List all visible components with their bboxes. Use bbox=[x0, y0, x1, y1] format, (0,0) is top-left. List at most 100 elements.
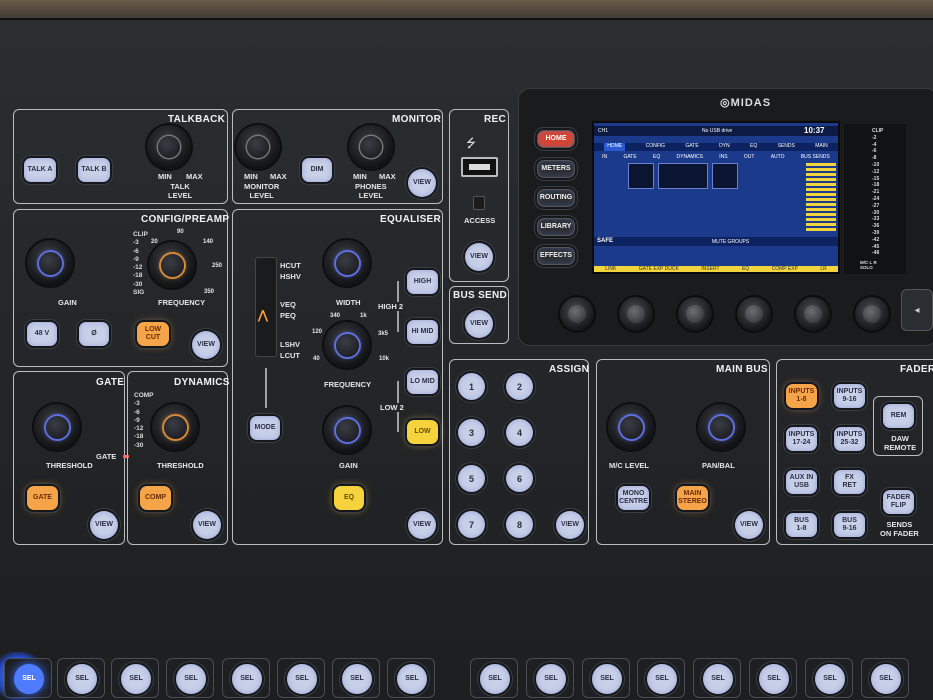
monitor-level-knob[interactable] bbox=[236, 125, 280, 169]
left-sel-button-8[interactable]: SEL bbox=[397, 664, 427, 694]
library-button[interactable]: LIBRARY bbox=[537, 218, 575, 236]
comp-button[interactable]: COMP bbox=[140, 486, 171, 510]
eq-view-button[interactable]: VIEW bbox=[408, 511, 436, 539]
bus-send-view-button[interactable]: VIEW bbox=[465, 310, 493, 338]
nav-arrow-left-icon[interactable]: ◂ bbox=[901, 289, 933, 331]
eq-button[interactable]: EQ bbox=[334, 486, 364, 510]
encoder-4[interactable] bbox=[737, 297, 771, 331]
right-sel-button-5[interactable]: SEL bbox=[703, 664, 733, 694]
left-sel-button-1[interactable]: SEL bbox=[14, 664, 44, 694]
assign-button-6[interactable]: 6 bbox=[506, 465, 533, 492]
eq-frequency-knob[interactable] bbox=[324, 322, 370, 368]
left-sel-button-2[interactable]: SEL bbox=[67, 664, 97, 694]
encoder-5[interactable] bbox=[796, 297, 830, 331]
inputs-25-32-button[interactable]: INPUTS 25-32 bbox=[834, 427, 865, 451]
eq-lo-mid-button[interactable]: LO MID bbox=[407, 370, 438, 394]
gate-view-button[interactable]: VIEW bbox=[90, 511, 118, 539]
home-button[interactable]: HOME bbox=[537, 130, 575, 148]
mono-centre-button[interactable]: MONO CENTRE bbox=[618, 486, 649, 510]
monitor-view-button[interactable]: VIEW bbox=[408, 169, 436, 197]
talk-b-button[interactable]: TALK B bbox=[78, 158, 110, 182]
fader-flip-button[interactable]: FADER FLIP bbox=[883, 490, 914, 514]
dynamics-view-button[interactable]: VIEW bbox=[193, 511, 221, 539]
dynamics-threshold-knob[interactable] bbox=[152, 404, 198, 450]
left-sel-button-5[interactable]: SEL bbox=[232, 664, 262, 694]
pan-bal-knob[interactable] bbox=[698, 404, 744, 450]
assign-button-5[interactable]: 5 bbox=[458, 465, 485, 492]
lcd-tab-main[interactable]: MAIN bbox=[815, 143, 828, 151]
low-cut-button[interactable]: LOW CUT bbox=[137, 322, 169, 346]
routing-button[interactable]: ROUTING bbox=[537, 189, 575, 207]
assign-button-2[interactable]: 2 bbox=[506, 373, 533, 400]
lcd-bottom-bar: LINK GATE EXP DUCK INSERT EQ COMP EXP LR bbox=[594, 266, 838, 272]
usb-port[interactable] bbox=[461, 157, 498, 177]
right-sel-button-4[interactable]: SEL bbox=[647, 664, 677, 694]
mc-level-knob[interactable] bbox=[608, 404, 654, 450]
gate-threshold-knob[interactable] bbox=[34, 404, 80, 450]
phones-level-knob[interactable] bbox=[349, 125, 393, 169]
right-sel-button-7[interactable]: SEL bbox=[815, 664, 845, 694]
eq-width-knob[interactable] bbox=[324, 240, 370, 286]
rem-button[interactable]: REM bbox=[883, 404, 914, 428]
encoder-2[interactable] bbox=[619, 297, 653, 331]
fx-ret-button[interactable]: FX RET bbox=[834, 470, 865, 494]
assign-button-1[interactable]: 1 bbox=[458, 373, 485, 400]
talk-a-button[interactable]: TALK A bbox=[24, 158, 56, 182]
eq-hi-mid-button[interactable]: HI MID bbox=[407, 320, 438, 344]
lcd-safe[interactable]: SAFE bbox=[597, 238, 613, 244]
main-stereo-button[interactable]: MAIN STEREO bbox=[677, 486, 708, 510]
left-sel-button-6[interactable]: SEL bbox=[287, 664, 317, 694]
meters-button[interactable]: METERS bbox=[537, 160, 575, 178]
main-bus-view-button[interactable]: VIEW bbox=[735, 511, 763, 539]
assign-button-4[interactable]: 4 bbox=[506, 419, 533, 446]
gate-button[interactable]: GATE bbox=[27, 486, 58, 510]
left-sel-button-3[interactable]: SEL bbox=[121, 664, 151, 694]
encoder-6[interactable] bbox=[855, 297, 889, 331]
bus-9-16-button[interactable]: BUS 9-16 bbox=[834, 513, 865, 537]
bus-1-8-button[interactable]: BUS 1-8 bbox=[786, 513, 817, 537]
phase-button[interactable]: Ø bbox=[79, 322, 109, 346]
inputs-17-24-button[interactable]: INPUTS 17-24 bbox=[786, 427, 817, 451]
talk-level-knob[interactable] bbox=[147, 125, 191, 169]
eq-low-button[interactable]: LOW bbox=[407, 420, 438, 444]
right-sel-button-2[interactable]: SEL bbox=[536, 664, 566, 694]
left-sel-button-7[interactable]: SEL bbox=[342, 664, 372, 694]
aux-in-usb-button[interactable]: AUX IN USB bbox=[786, 470, 817, 494]
assign-button-3[interactable]: 3 bbox=[458, 419, 485, 446]
inputs-1-8-button[interactable]: INPUTS 1-8 bbox=[786, 384, 817, 408]
eq-frequency-label: FREQUENCY bbox=[324, 380, 372, 389]
right-sel-slot-1: SEL bbox=[470, 658, 518, 698]
eq-gain-knob[interactable] bbox=[324, 407, 370, 453]
right-sel-button-8[interactable]: SEL bbox=[871, 664, 901, 694]
encoder-1[interactable] bbox=[560, 297, 594, 331]
left-sel-button-4[interactable]: SEL bbox=[176, 664, 206, 694]
lcd-tab-home[interactable]: HOME bbox=[604, 143, 626, 151]
eq-high-button[interactable]: HIGH bbox=[407, 270, 438, 294]
right-sel-slot-5: SEL bbox=[693, 658, 741, 698]
lcd-tab-eq[interactable]: EQ bbox=[750, 143, 757, 151]
encoder-3[interactable] bbox=[678, 297, 712, 331]
right-sel-button-1[interactable]: SEL bbox=[480, 664, 510, 694]
assign-button-7[interactable]: 7 bbox=[458, 511, 485, 538]
preamp-freq-90: 90 bbox=[177, 229, 184, 235]
lcd-tab-gate[interactable]: GATE bbox=[685, 143, 698, 151]
talkback-title: TALKBACK bbox=[168, 114, 226, 125]
dim-button[interactable]: DIM bbox=[302, 158, 332, 182]
gain-knob[interactable] bbox=[27, 240, 73, 286]
lcd-tab-dyn[interactable]: DYN bbox=[719, 143, 730, 151]
frequency-knob[interactable] bbox=[149, 242, 195, 288]
inputs-9-16-button[interactable]: INPUTS 9-16 bbox=[834, 384, 865, 408]
effects-button[interactable]: EFFECTS bbox=[537, 247, 575, 265]
preamp-view-button[interactable]: VIEW bbox=[192, 331, 220, 359]
eq-mode-divider bbox=[265, 368, 267, 408]
assign-button-8[interactable]: 8 bbox=[506, 511, 533, 538]
eq-mode-button[interactable]: MODE bbox=[250, 416, 280, 440]
phantom-48v-button[interactable]: 48 V bbox=[27, 322, 57, 346]
gate-led-label: GATE bbox=[96, 452, 117, 461]
lcd-tab-config[interactable]: CONFIG bbox=[646, 143, 665, 151]
assign-view-button[interactable]: VIEW bbox=[556, 511, 584, 539]
rec-view-button[interactable]: VIEW bbox=[465, 243, 493, 271]
right-sel-button-3[interactable]: SEL bbox=[592, 664, 622, 694]
lcd-tab-sends[interactable]: SENDS bbox=[778, 143, 795, 151]
right-sel-button-6[interactable]: SEL bbox=[759, 664, 789, 694]
